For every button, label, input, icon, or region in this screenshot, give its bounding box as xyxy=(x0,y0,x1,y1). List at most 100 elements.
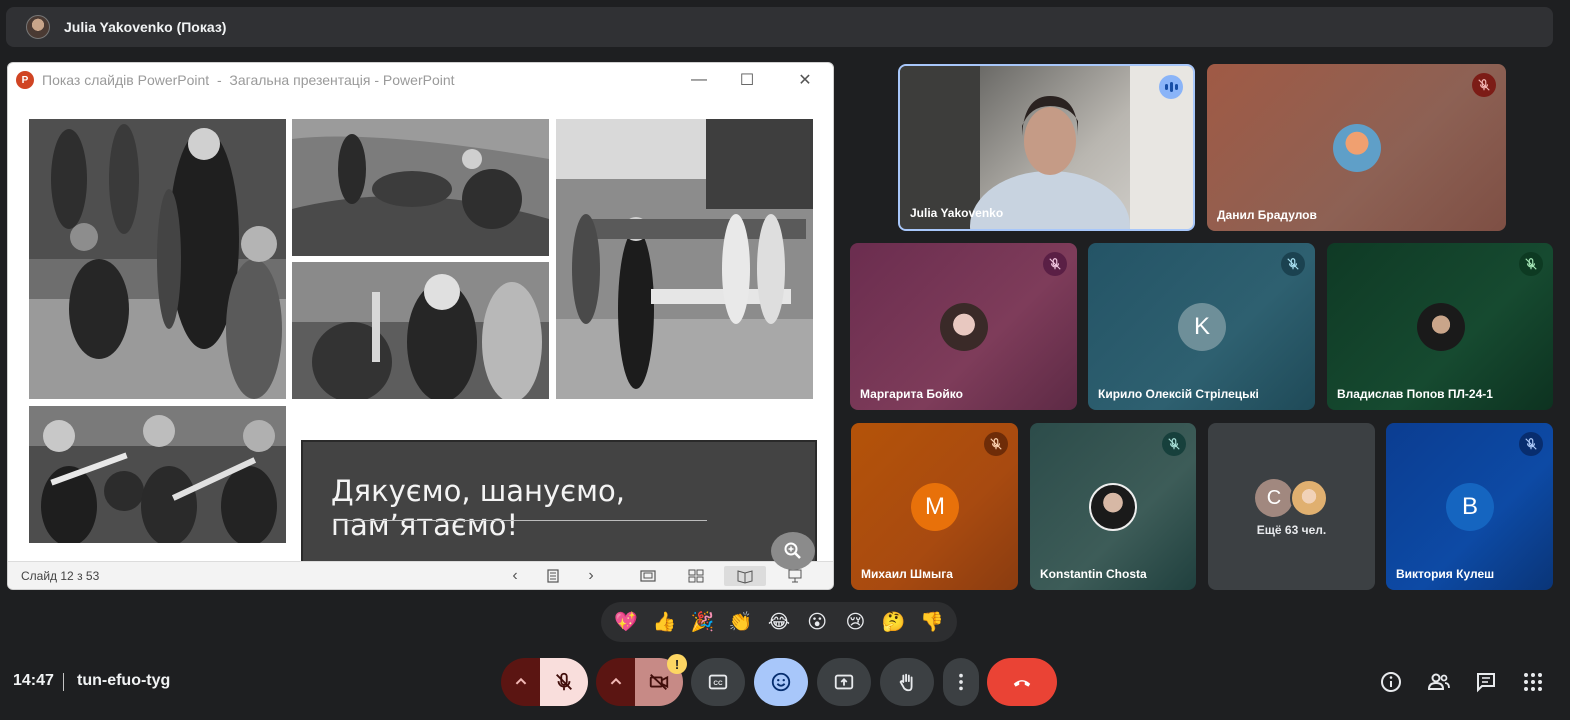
zoom-icon[interactable] xyxy=(771,532,815,570)
archive-photo-field-work xyxy=(292,119,549,256)
meeting-code: tun-efuo-tyg xyxy=(77,672,171,689)
participant-name: Данил Брадулов xyxy=(1217,208,1317,222)
svg-text:CC: CC xyxy=(713,680,723,687)
participant-avatar-2 xyxy=(1290,479,1328,517)
mic-off-icon xyxy=(1472,73,1496,97)
reaction-clapping[interactable]: 👏 xyxy=(725,610,757,634)
captions-button[interactable]: CC xyxy=(691,658,745,706)
meeting-info-icon[interactable] xyxy=(1377,668,1405,696)
participant-name: Julia Yakovenko xyxy=(910,206,1004,220)
window-title: Показ слайдів PowerPoint - Загальна през… xyxy=(42,72,455,88)
mic-off-icon xyxy=(1281,252,1305,276)
close-icon[interactable]: ✕ xyxy=(794,69,816,91)
mic-off-icon xyxy=(556,672,572,691)
chat-icon[interactable] xyxy=(1472,668,1500,696)
mic-toggle-button[interactable] xyxy=(540,658,588,706)
mic-off-icon xyxy=(1162,432,1186,456)
powerpoint-title-bar: P Показ слайдів PowerPoint - Загальна пр… xyxy=(8,63,833,97)
next-slide-icon[interactable]: › xyxy=(581,566,601,586)
more-options-button[interactable] xyxy=(943,658,979,706)
warning-badge-icon: ! xyxy=(667,654,687,674)
raise-hand-icon xyxy=(899,673,913,692)
mic-off-icon xyxy=(984,432,1008,456)
hang-up-icon xyxy=(1013,680,1031,687)
participant-tile-julia[interactable]: Julia Yakovenko xyxy=(898,64,1195,231)
more-vert-icon xyxy=(959,673,963,691)
mic-off-icon xyxy=(1043,252,1067,276)
audio-options-button[interactable] xyxy=(501,658,541,706)
current-time: 14:47 xyxy=(13,672,54,689)
present-screen-icon xyxy=(834,674,854,690)
slide-caption-box: Дякуємо, шануємо, пам’ятаємо! xyxy=(301,440,817,574)
others-count: Ещё 63 чел. xyxy=(1256,523,1327,537)
present-screen-button[interactable] xyxy=(817,658,871,706)
chevron-up-icon xyxy=(515,677,527,685)
participant-tile-marharyta[interactable]: Маргарита Бойко xyxy=(850,243,1077,410)
reaction-thumbs-up[interactable]: 👍 xyxy=(648,610,680,634)
reaction-thinking[interactable]: 🤔 xyxy=(878,610,910,634)
presenter-avatar xyxy=(26,15,50,39)
participant-tile-vladyslav[interactable]: Владислав Попов ПЛ-24-1 xyxy=(1327,243,1553,410)
divider xyxy=(63,673,64,691)
participant-avatar xyxy=(940,303,988,351)
archive-photo-crowd xyxy=(29,119,286,399)
speaking-indicator-icon xyxy=(1159,75,1183,99)
participant-tile-others[interactable]: C Ещё 63 чел. xyxy=(1208,423,1375,590)
participant-tile-mykhailo[interactable]: M Михаил Шмыга xyxy=(851,423,1018,590)
people-icon[interactable] xyxy=(1425,668,1453,696)
minimize-icon[interactable]: — xyxy=(688,69,710,91)
slide-sorter-icon[interactable] xyxy=(686,566,706,586)
caption-underline xyxy=(335,520,707,521)
archive-photo-stretcher xyxy=(556,119,813,399)
participant-avatar: K xyxy=(1178,303,1226,351)
reaction-party-popper[interactable]: 🎉 xyxy=(687,610,719,634)
reaction-thumbs-down[interactable]: 👎 xyxy=(916,610,948,634)
reaction-surprised[interactable]: 😮 xyxy=(801,611,833,634)
participant-avatar xyxy=(1089,483,1137,531)
powerpoint-status-bar: Слайд 12 з 53 ‹ › xyxy=(8,561,833,589)
participant-name: Кирило Олексій Стрілецькі xyxy=(1098,387,1259,401)
chevron-up-icon xyxy=(610,677,622,685)
slide-counter: Слайд 12 з 53 xyxy=(21,568,100,583)
participant-avatar: C xyxy=(1255,479,1293,517)
participant-tile-viktoria[interactable]: B Виктория Кулеш xyxy=(1386,423,1553,590)
participant-avatar xyxy=(1333,124,1381,172)
participant-name: Маргарита Бойко xyxy=(860,387,963,401)
activities-icon[interactable] xyxy=(1519,668,1547,696)
participant-avatar: B xyxy=(1446,483,1494,531)
mic-off-icon xyxy=(1519,432,1543,456)
participant-tile-danyl[interactable]: Данил Брадулов xyxy=(1207,64,1506,231)
emoji-button[interactable] xyxy=(754,658,808,706)
slide-content: Дякуємо, шануємо, пам’ятаємо! xyxy=(8,97,833,589)
participant-name: Владислав Попов ПЛ-24-1 xyxy=(1337,387,1493,401)
slide-caption: Дякуємо, шануємо, пам’ятаємо! xyxy=(331,474,625,542)
participant-avatar: M xyxy=(911,483,959,531)
presentation-window: P Показ слайдів PowerPoint - Загальна пр… xyxy=(7,62,834,590)
participant-name: Михаил Шмыга xyxy=(861,567,953,581)
normal-view-icon[interactable] xyxy=(638,566,658,586)
reading-view-icon[interactable] xyxy=(724,566,766,586)
mic-off-icon xyxy=(1519,252,1543,276)
slide-menu-icon[interactable] xyxy=(543,566,563,586)
reaction-laughing[interactable]: 😂 xyxy=(763,611,795,634)
reactions-bar: 💖 👍 🎉 👏 😂 😮 😢 🤔 👎 xyxy=(601,602,957,642)
presenter-name: Julia Yakovenko (Показ) xyxy=(64,19,227,35)
video-options-button[interactable] xyxy=(596,658,636,706)
participant-avatar xyxy=(1417,303,1465,351)
participant-tile-konstantin[interactable]: Konstantin Chosta xyxy=(1030,423,1196,590)
leave-call-button[interactable] xyxy=(987,658,1057,706)
raise-hand-button[interactable] xyxy=(880,658,934,706)
participant-name: Виктория Кулеш xyxy=(1396,567,1495,581)
participant-tile-kyrylo[interactable]: K Кирило Олексій Стрілецькі xyxy=(1088,243,1315,410)
presenter-bar[interactable]: Julia Yakovenko (Показ) xyxy=(6,7,1553,47)
reaction-crying[interactable]: 😢 xyxy=(839,611,871,634)
participant-name: Konstantin Chosta xyxy=(1040,567,1147,581)
powerpoint-logo-icon: P xyxy=(16,71,34,89)
reaction-sparkling-heart[interactable]: 💖 xyxy=(610,610,642,634)
maximize-icon[interactable]: ☐ xyxy=(736,69,758,91)
previous-slide-icon[interactable]: ‹ xyxy=(505,566,525,586)
emoji-icon xyxy=(771,672,791,692)
archive-photo-children xyxy=(29,406,286,543)
camera-off-icon xyxy=(649,673,669,691)
closed-captions-icon: CC xyxy=(708,674,728,690)
